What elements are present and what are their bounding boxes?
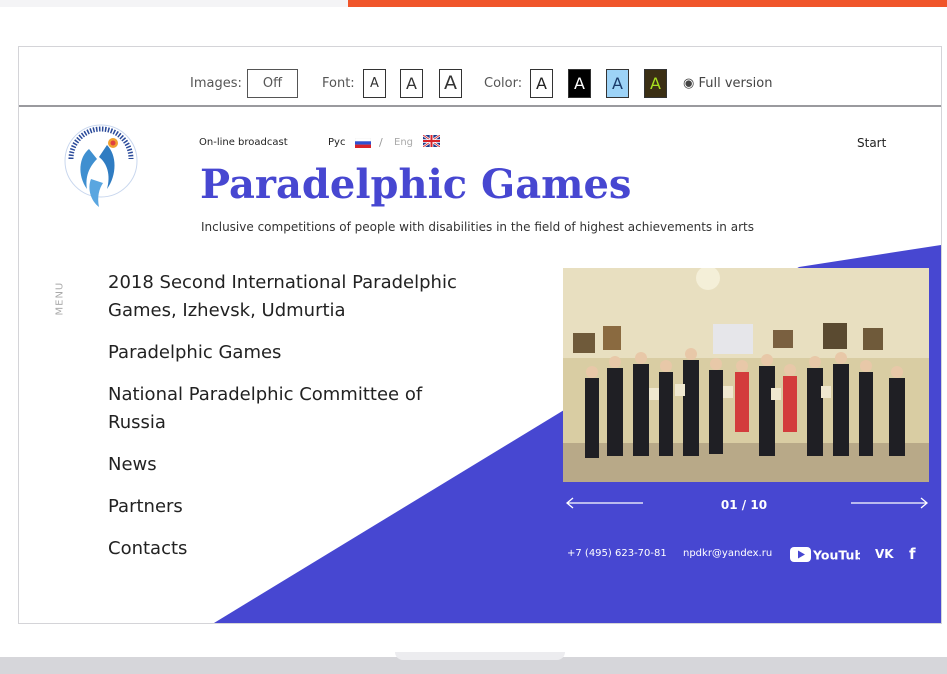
- contact-email-link[interactable]: npdkr@yandex.ru: [683, 548, 772, 559]
- vk-icon[interactable]: VK: [875, 547, 894, 561]
- eye-icon: ◉: [683, 76, 695, 91]
- site-tagline: Inclusive competitions of people with di…: [201, 220, 754, 234]
- full-version-link[interactable]: ◉ Full version: [683, 76, 772, 91]
- nav-item-news[interactable]: News: [108, 451, 468, 479]
- nav-item-contacts[interactable]: Contacts: [108, 535, 468, 563]
- color-scheme-black-button[interactable]: A: [568, 69, 591, 98]
- nav-item-national-committee[interactable]: National Paradelphic Committee of Russia: [108, 381, 468, 437]
- start-link[interactable]: Start: [857, 136, 886, 150]
- color-label: Color:: [484, 76, 523, 91]
- font-label: Font:: [322, 76, 355, 91]
- slider-photo[interactable]: [563, 268, 929, 482]
- site-frame: Images: Off Font: A A A Color: A A A A ◉…: [18, 46, 942, 624]
- slider-next-arrow-icon[interactable]: [849, 496, 929, 510]
- site-logo[interactable]: [61, 119, 141, 211]
- bottom-tab: [395, 652, 565, 660]
- contact-phone: +7 (495) 623-70-81: [567, 548, 667, 559]
- uk-flag-icon[interactable]: [423, 135, 440, 147]
- nav-item-second-international-games[interactable]: 2018 Second International Paradelphic Ga…: [108, 269, 468, 325]
- russia-flag-icon[interactable]: [355, 138, 371, 148]
- youtube-label: YouTube: [812, 548, 860, 563]
- color-scheme-blue-button[interactable]: A: [606, 69, 629, 98]
- color-scheme-white-button[interactable]: A: [530, 69, 553, 98]
- lang-ru-link[interactable]: Рус: [328, 137, 345, 148]
- youtube-icon[interactable]: YouTube: [790, 546, 860, 563]
- images-label: Images:: [190, 76, 242, 91]
- top-accent-bar: [348, 0, 947, 7]
- font-size-medium-button[interactable]: A: [400, 69, 423, 98]
- color-scheme-brown-button[interactable]: A: [644, 69, 667, 98]
- nav-item-paradelphic-games[interactable]: Paradelphic Games: [108, 339, 468, 367]
- images-toggle-button[interactable]: Off: [247, 69, 298, 98]
- accessibility-bar: Images: Off Font: A A A Color: A A A A ◉…: [19, 47, 941, 107]
- site-title: Paradelphic Games: [200, 161, 632, 208]
- full-version-label: Full version: [698, 76, 773, 91]
- main-navigation: 2018 Second International Paradelphic Ga…: [108, 269, 468, 577]
- lang-en-link[interactable]: Eng: [394, 137, 413, 148]
- online-broadcast-link[interactable]: On-line broadcast: [199, 137, 288, 148]
- nav-item-partners[interactable]: Partners: [108, 493, 468, 521]
- menu-label[interactable]: MENU: [55, 282, 66, 316]
- font-size-large-button[interactable]: A: [439, 69, 462, 98]
- slider-counter: 01 / 10: [720, 498, 768, 512]
- language-separator: /: [379, 136, 383, 149]
- facebook-icon[interactable]: f: [909, 545, 916, 563]
- slider-prev-arrow-icon[interactable]: [565, 496, 645, 510]
- font-size-small-button[interactable]: A: [363, 69, 386, 98]
